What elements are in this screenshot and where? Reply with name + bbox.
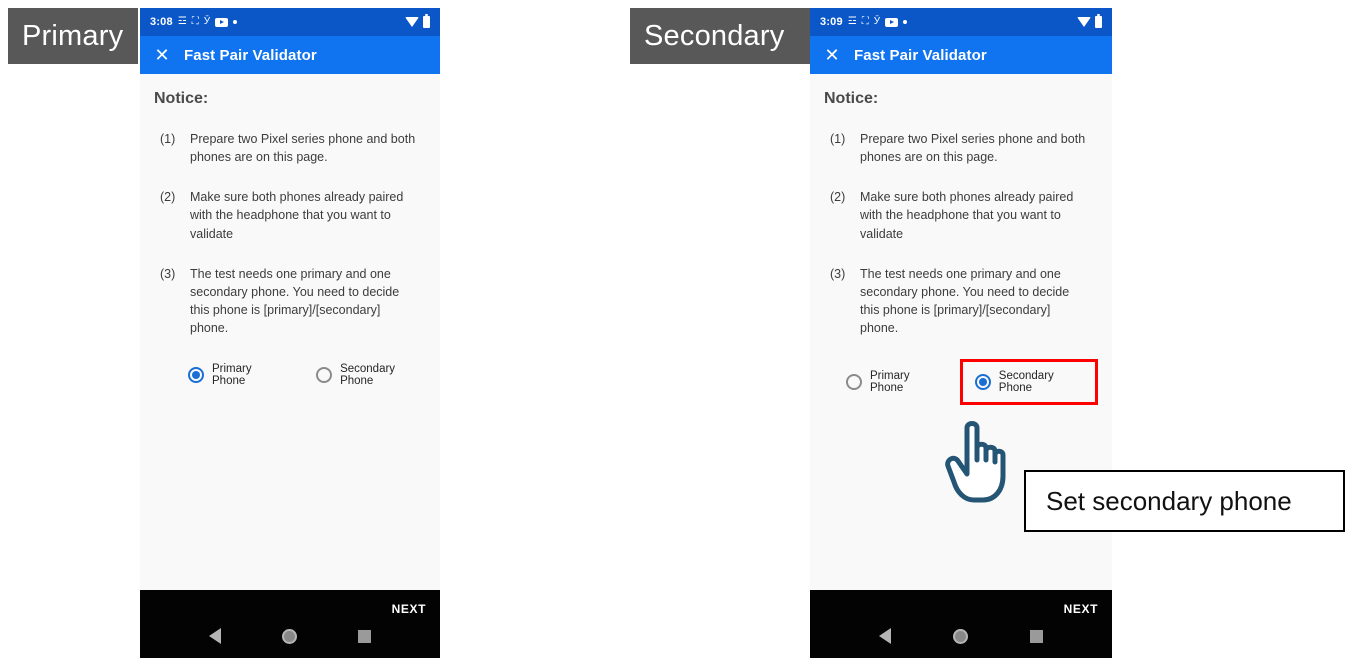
- radio-icon-unselected[interactable]: [316, 367, 333, 384]
- secondary-phone-frame: 3:09 ☲ ⛶ Ӯ ✕ Fast Pair Validator Notice:…: [810, 8, 1112, 658]
- dot-icon: [233, 20, 238, 24]
- notice-number: (3): [830, 266, 846, 281]
- android-nav-icons: [140, 628, 440, 644]
- radio-option-primary-phone[interactable]: Primary Phone: [840, 366, 946, 398]
- status-right-group: [405, 14, 430, 28]
- notice-text: The test needs one primary and one secon…: [190, 266, 400, 335]
- notice-number: (3): [160, 266, 176, 281]
- notice-text: Make sure both phones already paired wit…: [190, 190, 404, 241]
- secondary-annotation-label: Secondary: [630, 8, 810, 64]
- youtube-icon: [885, 17, 899, 27]
- radio-icon-unselected[interactable]: [846, 374, 862, 391]
- notice-item: (3) The test needs one primary and one s…: [160, 265, 420, 338]
- radio-icon-selected[interactable]: [974, 374, 991, 391]
- notice-list: (1) Prepare two Pixel series phone and b…: [154, 130, 426, 337]
- secondary-nav-bar: NEXT: [810, 590, 1112, 658]
- primary-radio-group: Primary Phone Secondary Phone: [154, 359, 426, 391]
- app-title: Fast Pair Validator: [854, 46, 987, 64]
- next-button[interactable]: NEXT: [392, 602, 426, 616]
- radio-option-secondary-phone[interactable]: Secondary Phone: [959, 359, 1098, 406]
- primary-phone-frame: 3:08 ☲ ⛶ Ӯ ✕ Fast Pair Validator Notice:…: [140, 8, 440, 658]
- notice-heading: Notice:: [824, 90, 879, 107]
- back-icon[interactable]: [208, 628, 221, 644]
- hand-cursor-icon: [945, 421, 1006, 503]
- y-app-icon: Ӯ: [873, 16, 881, 27]
- notice-item: (2) Make sure both phones already paired…: [830, 188, 1092, 242]
- callout-text: Set secondary phone: [1046, 485, 1292, 516]
- snapchat-icon: ☲: [177, 16, 187, 27]
- status-right-group: [1077, 14, 1102, 28]
- youtube-icon: [215, 17, 229, 27]
- primary-annotation-label: Primary: [8, 8, 138, 64]
- radio-label: Secondary Phone: [340, 363, 396, 388]
- notice-list: (1) Prepare two Pixel series phone and b…: [824, 130, 1098, 337]
- notice-number: (1): [160, 132, 176, 146]
- primary-nav-bar: NEXT: [140, 590, 440, 658]
- android-nav-icons: [810, 628, 1112, 644]
- gmail-icon: ⛶: [191, 16, 199, 27]
- notice-item: (2) Make sure both phones already paired…: [160, 188, 420, 242]
- snapchat-icon: ☲: [847, 16, 857, 27]
- secondary-app-bar: ✕ Fast Pair Validator: [810, 36, 1112, 74]
- callout-tooltip: Set secondary phone: [1024, 470, 1345, 532]
- radio-label: Primary Phone: [870, 370, 910, 395]
- next-button[interactable]: NEXT: [1064, 602, 1098, 616]
- radio-option-primary-phone[interactable]: Primary Phone: [182, 359, 284, 391]
- primary-app-bar: ✕ Fast Pair Validator: [140, 36, 440, 74]
- secondary-status-bar: 3:09 ☲ ⛶ Ӯ: [810, 8, 1112, 36]
- notice-number: (1): [830, 132, 846, 146]
- back-icon[interactable]: [879, 628, 891, 644]
- notice-text: The test needs one primary and one secon…: [860, 266, 1070, 335]
- recents-icon[interactable]: [1030, 629, 1043, 643]
- notice-heading: Notice:: [154, 90, 209, 107]
- radio-label: Primary Phone: [212, 363, 252, 388]
- dot-icon: [903, 20, 908, 24]
- status-clock: 3:08: [150, 16, 173, 28]
- close-icon[interactable]: ✕: [810, 46, 854, 64]
- notice-text: Make sure both phones already paired wit…: [860, 190, 1074, 241]
- app-title: Fast Pair Validator: [184, 46, 317, 64]
- notice-number: (2): [830, 190, 846, 205]
- home-icon[interactable]: [953, 628, 968, 644]
- recents-icon[interactable]: [358, 629, 372, 643]
- wifi-icon: [1077, 17, 1091, 27]
- primary-annotation-text: Primary: [22, 19, 124, 52]
- primary-content: Notice: (1) Prepare two Pixel series pho…: [140, 74, 440, 590]
- secondary-radio-group: Primary Phone Secondary Phone: [824, 359, 1098, 406]
- status-left-group: 3:08 ☲ ⛶ Ӯ: [150, 16, 238, 28]
- gmail-icon: ⛶: [861, 16, 869, 27]
- status-left-group: 3:09 ☲ ⛶ Ӯ: [820, 16, 908, 28]
- notice-item: (3) The test needs one primary and one s…: [830, 265, 1092, 338]
- notice-item: (1) Prepare two Pixel series phone and b…: [160, 130, 420, 166]
- close-icon[interactable]: ✕: [140, 46, 184, 64]
- notice-text: Prepare two Pixel series phone and both …: [190, 132, 416, 165]
- y-app-icon: Ӯ: [203, 16, 211, 27]
- home-icon[interactable]: [281, 628, 297, 644]
- screenshot-stage: 3:08 ☲ ⛶ Ӯ ✕ Fast Pair Validator Notice:…: [0, 0, 1345, 658]
- status-clock: 3:09: [820, 16, 843, 28]
- radio-label: Secondary Phone: [998, 370, 1054, 395]
- notice-item: (1) Prepare two Pixel series phone and b…: [830, 130, 1092, 166]
- notice-number: (2): [160, 190, 176, 205]
- primary-status-bar: 3:08 ☲ ⛶ Ӯ: [140, 8, 440, 36]
- radio-icon-selected[interactable]: [188, 367, 204, 384]
- wifi-icon: [405, 17, 419, 27]
- radio-option-secondary-phone[interactable]: Secondary Phone: [310, 359, 426, 391]
- battery-icon: [423, 14, 430, 28]
- battery-icon: [1095, 14, 1102, 28]
- notice-text: Prepare two Pixel series phone and both …: [860, 132, 1086, 165]
- secondary-annotation-text: Secondary: [644, 19, 785, 52]
